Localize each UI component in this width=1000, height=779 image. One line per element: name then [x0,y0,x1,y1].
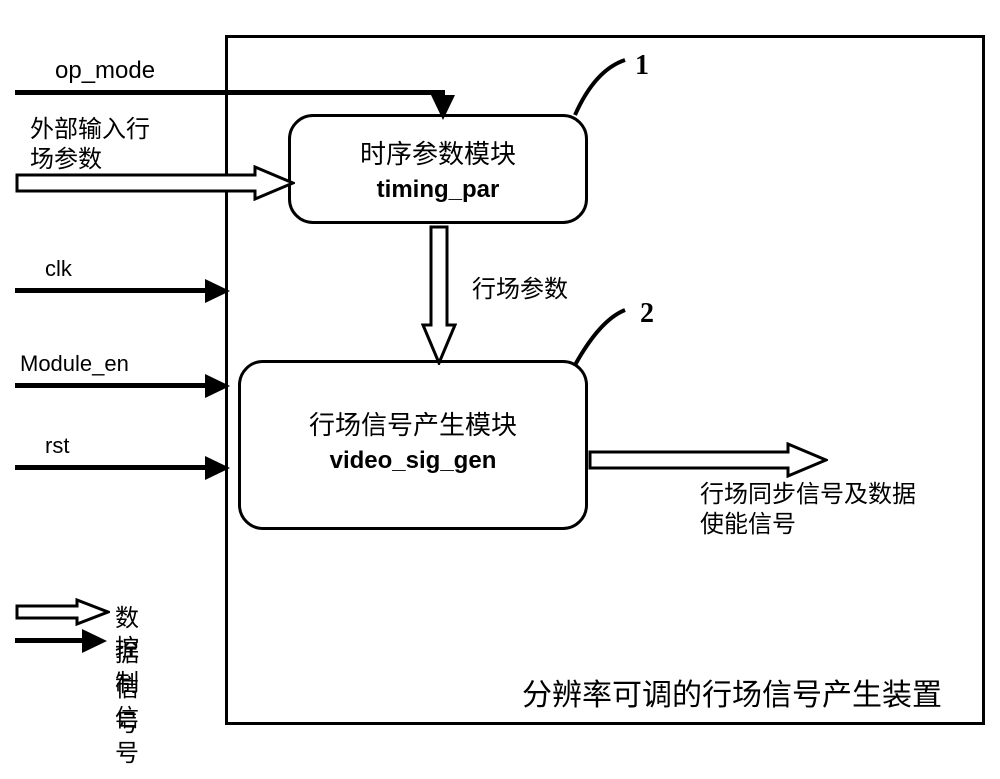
arrow-clk [15,288,210,293]
leader-2 [570,305,650,375]
arrow-output [588,442,828,478]
legend-ctrl-arrow-line [15,638,85,643]
module-timing-par: 时序参数模块 timing_par [288,114,588,224]
arrow-ext-params [15,165,295,201]
label-output-1: 行场同步信号及数据 [700,480,916,511]
label-ext-params-1: 外部输入行 [30,115,150,146]
label-clk: clk [45,255,72,284]
legend-ctrl-arrow-head [82,629,107,653]
arrow-module-en-head [205,374,230,398]
module-1-title-en: timing_par [291,173,585,207]
arrow-mid [421,225,457,365]
module-2-title-en: video_sig_gen [241,444,585,478]
module-1-number: 1 [635,48,649,84]
label-output-2: 使能信号 [700,510,796,541]
label-module-en: Module_en [20,350,129,379]
module-2-title-cn: 行场信号产生模块 [241,408,585,444]
arrow-op-mode-h [15,90,445,95]
label-mid-conn: 行场参数 [472,275,568,306]
module-video-sig-gen: 行场信号产生模块 video_sig_gen [238,360,588,530]
arrow-op-mode-head [431,95,455,120]
arrow-module-en [15,383,210,388]
legend-data-arrow [15,598,110,626]
module-2-number: 2 [640,296,654,332]
label-op-mode: op_mode [55,55,155,86]
legend-ctrl-label: 控制信号 [115,628,139,768]
label-rst: rst [45,432,69,461]
arrow-rst-head [205,456,230,480]
module-1-title-cn: 时序参数模块 [291,137,585,173]
arrow-clk-head [205,279,230,303]
device-caption: 分辨率可调的行场信号产生装置 [522,670,942,714]
arrow-rst [15,465,210,470]
